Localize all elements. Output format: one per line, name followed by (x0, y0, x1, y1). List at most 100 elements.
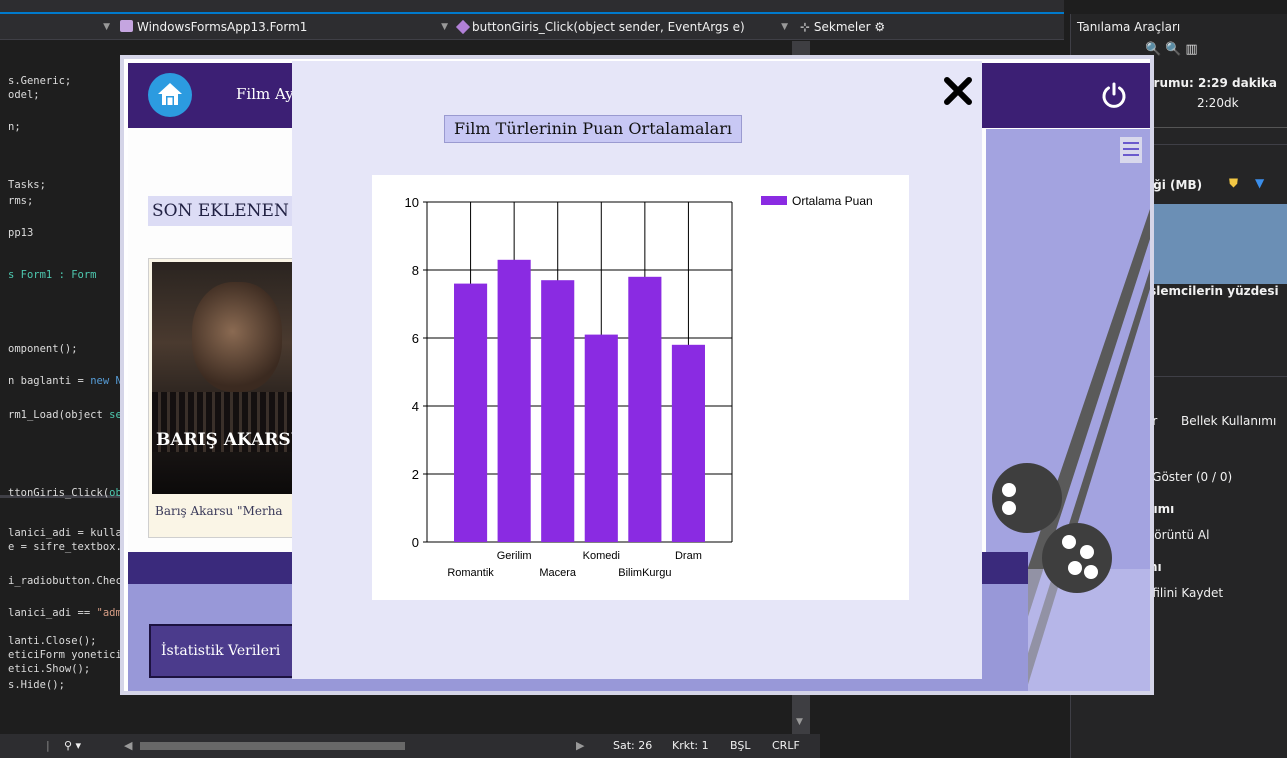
horizontal-scrollbar-thumb[interactable] (140, 742, 405, 750)
code-line: i_radiobutton.Chec (8, 575, 122, 587)
cpu-label: işlemcilerin yüzdesi (1145, 284, 1279, 298)
code-line: odel; (8, 89, 40, 101)
session-duration: urumu: 2:29 dakika (1145, 76, 1277, 90)
save-profile-button[interactable]: ofilini Kaydet (1145, 586, 1223, 600)
code-text: s.Generic; (8, 75, 72, 87)
diag-separator (1141, 376, 1287, 377)
y-tick-label: 6 (412, 331, 419, 346)
tab-memory-usage[interactable]: Bellek Kullanımı (1181, 414, 1276, 428)
status-eol: CRLF (772, 739, 800, 752)
home-button[interactable] (148, 73, 192, 117)
code-line: n baglanti = new N (8, 375, 122, 387)
code-text: eticiForm yonetici (8, 649, 122, 661)
chevron-down-icon: ▼ (441, 22, 448, 32)
code-line: rm1_Load(object se (8, 409, 122, 421)
status-divider: | (46, 739, 50, 752)
git-branch-icon[interactable]: ⚲ ▾ (64, 739, 81, 752)
snapshot-marker-icon: ⛊ (1229, 176, 1239, 190)
code-line: s.Generic; (8, 75, 71, 87)
code-text: rm1_Load(object (8, 409, 110, 421)
status-line: Sat: 26 (613, 739, 653, 752)
code-line: rms; (8, 195, 33, 207)
code-text: e = sifre_textbox. (8, 541, 122, 553)
method-icon (455, 19, 471, 35)
code-text: lanici_adi = kullar (8, 527, 129, 539)
show-events-link[interactable]: ı Göster (0 / 0) (1145, 470, 1232, 484)
gc-marker-icon: ▼ (1255, 176, 1265, 190)
code-line: Tasks; (8, 179, 46, 191)
code-line: lanici_adi == "adm (8, 607, 122, 619)
movie-poster: BARIŞ AKARSU (152, 262, 304, 494)
power-icon[interactable] (1100, 81, 1128, 109)
code-line: ttonGiris_Click(ob (8, 487, 122, 499)
scroll-left-icon[interactable]: ◀ (124, 739, 132, 752)
menu-list-icon[interactable] (1120, 137, 1142, 163)
y-tick-label: 4 (412, 399, 419, 414)
chart-panel: 0 2 4 6 8 10 Romantik Gerilim Macera Komedi BilimK… (372, 175, 909, 600)
code-token: "adm (96, 607, 122, 619)
code-text: etici.Show(); (8, 663, 91, 675)
memory-graph (1141, 204, 1287, 284)
code-line: lanici_adi = kullar (8, 527, 128, 539)
sekmeler-label: Sekmeler (813, 20, 871, 34)
bar (541, 280, 575, 542)
code-line: etici.Show(); (8, 663, 90, 675)
x-tick-label: Macera (539, 567, 577, 579)
project-dropdown[interactable]: ▼ (0, 17, 110, 37)
x-tick-label: Komedi (583, 550, 620, 562)
take-snapshot-button[interactable]: Görüntü Al (1145, 528, 1209, 542)
code-line: lanti.Close(); (8, 635, 97, 647)
film-reel-icon (1042, 523, 1112, 593)
code-line: eticiForm yonetici (8, 649, 122, 661)
y-tick-label: 8 (412, 263, 419, 278)
x-tick-label: Gerilim (497, 550, 532, 562)
y-tick-label: 0 (412, 535, 419, 550)
sekmeler-button[interactable]: ⊹ Sekmeler ⚙ (800, 17, 885, 37)
gear-icon: ⚙ (874, 20, 886, 34)
code-line: s.Hide(); (8, 679, 65, 691)
film-reel-icon (992, 463, 1062, 533)
x-tick-label: BilimKurgu (618, 567, 671, 579)
code-text: ttonGiris_Click( (8, 487, 110, 499)
movie-caption: Barış Akarsu "Merha (155, 504, 283, 518)
bar-chart: 0 2 4 6 8 10 RomantikGerilim Macera Komedi BilimK… (405, 194, 873, 579)
code-text: omponent(); (8, 343, 78, 355)
statistics-popup: Film Türlerinin Puan Ortalamaları 0 2 4 6 8 1… (292, 61, 982, 679)
status-mode: BŞL (730, 739, 751, 752)
close-icon[interactable] (940, 73, 976, 109)
istatistik-button[interactable]: İstatistik Verileri (149, 624, 299, 678)
method-dropdown-label: buttonGiris_Click(object sender, EventAr… (472, 20, 745, 34)
code-text: pp13 (8, 227, 34, 239)
code-line: n; (8, 121, 21, 133)
bar (454, 283, 488, 542)
timeline-mark: 2:20dk (1197, 96, 1239, 110)
chevron-down-icon: ▼ (103, 22, 110, 32)
movie-card[interactable]: BARIŞ AKARSU Barış Akarsu "Merha (148, 258, 308, 538)
x-tick-label: Romantik (447, 567, 494, 579)
chevron-down-icon: ▼ (781, 22, 788, 32)
scroll-right-icon[interactable]: ▶ (576, 739, 584, 752)
y-tick-label: 2 (412, 467, 419, 482)
legend-swatch (761, 196, 787, 205)
y-tick-label: 10 (405, 195, 419, 210)
code-text: Tasks; (8, 179, 46, 191)
status-column: Krkt: 1 (672, 739, 709, 752)
bar (584, 334, 618, 542)
bar (628, 276, 662, 542)
code-token: s Form1 : Form (8, 269, 97, 281)
code-line: omponent(); (8, 343, 78, 355)
code-text: odel; (8, 89, 40, 101)
diagnostics-title: Tanılama Araçları (1077, 20, 1181, 34)
bar (497, 259, 531, 542)
method-dropdown[interactable]: buttonGiris_Click(object sender, EventAr… (455, 17, 788, 37)
code-line: e = sifre_textbox. (8, 541, 122, 553)
class-dropdown[interactable]: WindowsFormsApp13.Form1 ▼ (120, 17, 448, 37)
code-line: s Form1 : Form (8, 269, 97, 281)
x-tick-label: Dram (675, 550, 702, 562)
code-text: lanti.Close(); (8, 635, 97, 647)
ide-navigation-bar: ▼ WindowsFormsApp13.Form1 ▼ buttonGiris_… (0, 14, 1064, 40)
header-title: Film Ay (236, 85, 294, 103)
code-text: lanici_adi == (8, 607, 97, 619)
bar (671, 344, 705, 542)
scroll-down-icon[interactable]: ▼ (796, 717, 803, 727)
